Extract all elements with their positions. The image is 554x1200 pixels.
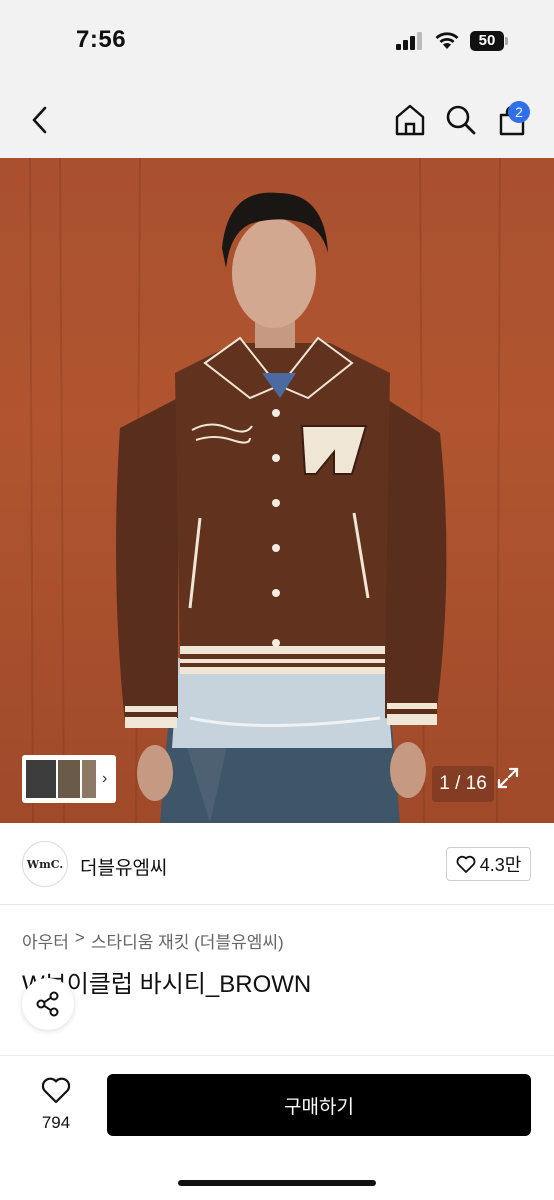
home-icon xyxy=(395,104,425,136)
chevron-right-icon[interactable]: › xyxy=(102,770,107,788)
bottom-action-bar: 794 구매하기 xyxy=(0,1055,554,1200)
search-icon xyxy=(446,105,476,135)
expand-icon xyxy=(497,767,519,789)
store-logo[interactable]: WmC. xyxy=(22,841,68,887)
wishlist-button[interactable]: 794 xyxy=(24,1076,88,1140)
chevron-left-icon xyxy=(32,106,47,134)
cell-signal-icon xyxy=(396,32,422,50)
home-indicator xyxy=(178,1180,376,1186)
thumbnail-strip[interactable]: › xyxy=(22,755,116,803)
heart-icon xyxy=(456,855,476,873)
back-button[interactable] xyxy=(20,100,60,140)
search-button[interactable] xyxy=(441,100,481,140)
breadcrumb-item[interactable]: 스타디움 재킷 (더블유엠씨) xyxy=(91,928,284,953)
product-image-gallery[interactable]: › 1 / 16 xyxy=(0,158,554,823)
breadcrumb-item[interactable]: 아우터 xyxy=(22,928,69,953)
status-bar: 7:56 50 xyxy=(0,0,554,84)
store-like-count: 4.3만 xyxy=(479,855,522,875)
cart-count-badge: 2 xyxy=(508,101,530,123)
wishlist-count: 794 xyxy=(41,1113,71,1132)
expand-button[interactable] xyxy=(496,766,532,802)
breadcrumb-separator: > xyxy=(74,928,85,947)
battery-indicator: 50 xyxy=(470,31,504,51)
share-button[interactable] xyxy=(22,978,74,1030)
image-counter: 1 / 16 xyxy=(432,766,494,802)
breadcrumb: 아우터 > 스타디움 재킷 (더블유엠씨) xyxy=(22,928,284,953)
thumbnail-image[interactable] xyxy=(82,760,96,798)
store-name[interactable]: 더블유엠씨 xyxy=(80,853,167,880)
top-nav-bar xyxy=(0,84,554,158)
store-row[interactable]: WmC. 더블유엠씨 4.3만 xyxy=(0,823,554,905)
thumbnail-image[interactable] xyxy=(26,760,56,798)
wifi-icon xyxy=(435,32,459,49)
thumbnail-image[interactable] xyxy=(58,760,80,798)
product-photo xyxy=(29,158,501,823)
heart-icon xyxy=(41,1077,71,1104)
store-like-button[interactable]: 4.3만 xyxy=(446,847,531,881)
buy-button[interactable]: 구매하기 xyxy=(107,1074,531,1136)
status-time: 7:56 xyxy=(76,26,127,53)
share-icon xyxy=(36,991,59,1017)
battery-nub xyxy=(505,37,508,45)
home-button[interactable] xyxy=(390,100,430,140)
